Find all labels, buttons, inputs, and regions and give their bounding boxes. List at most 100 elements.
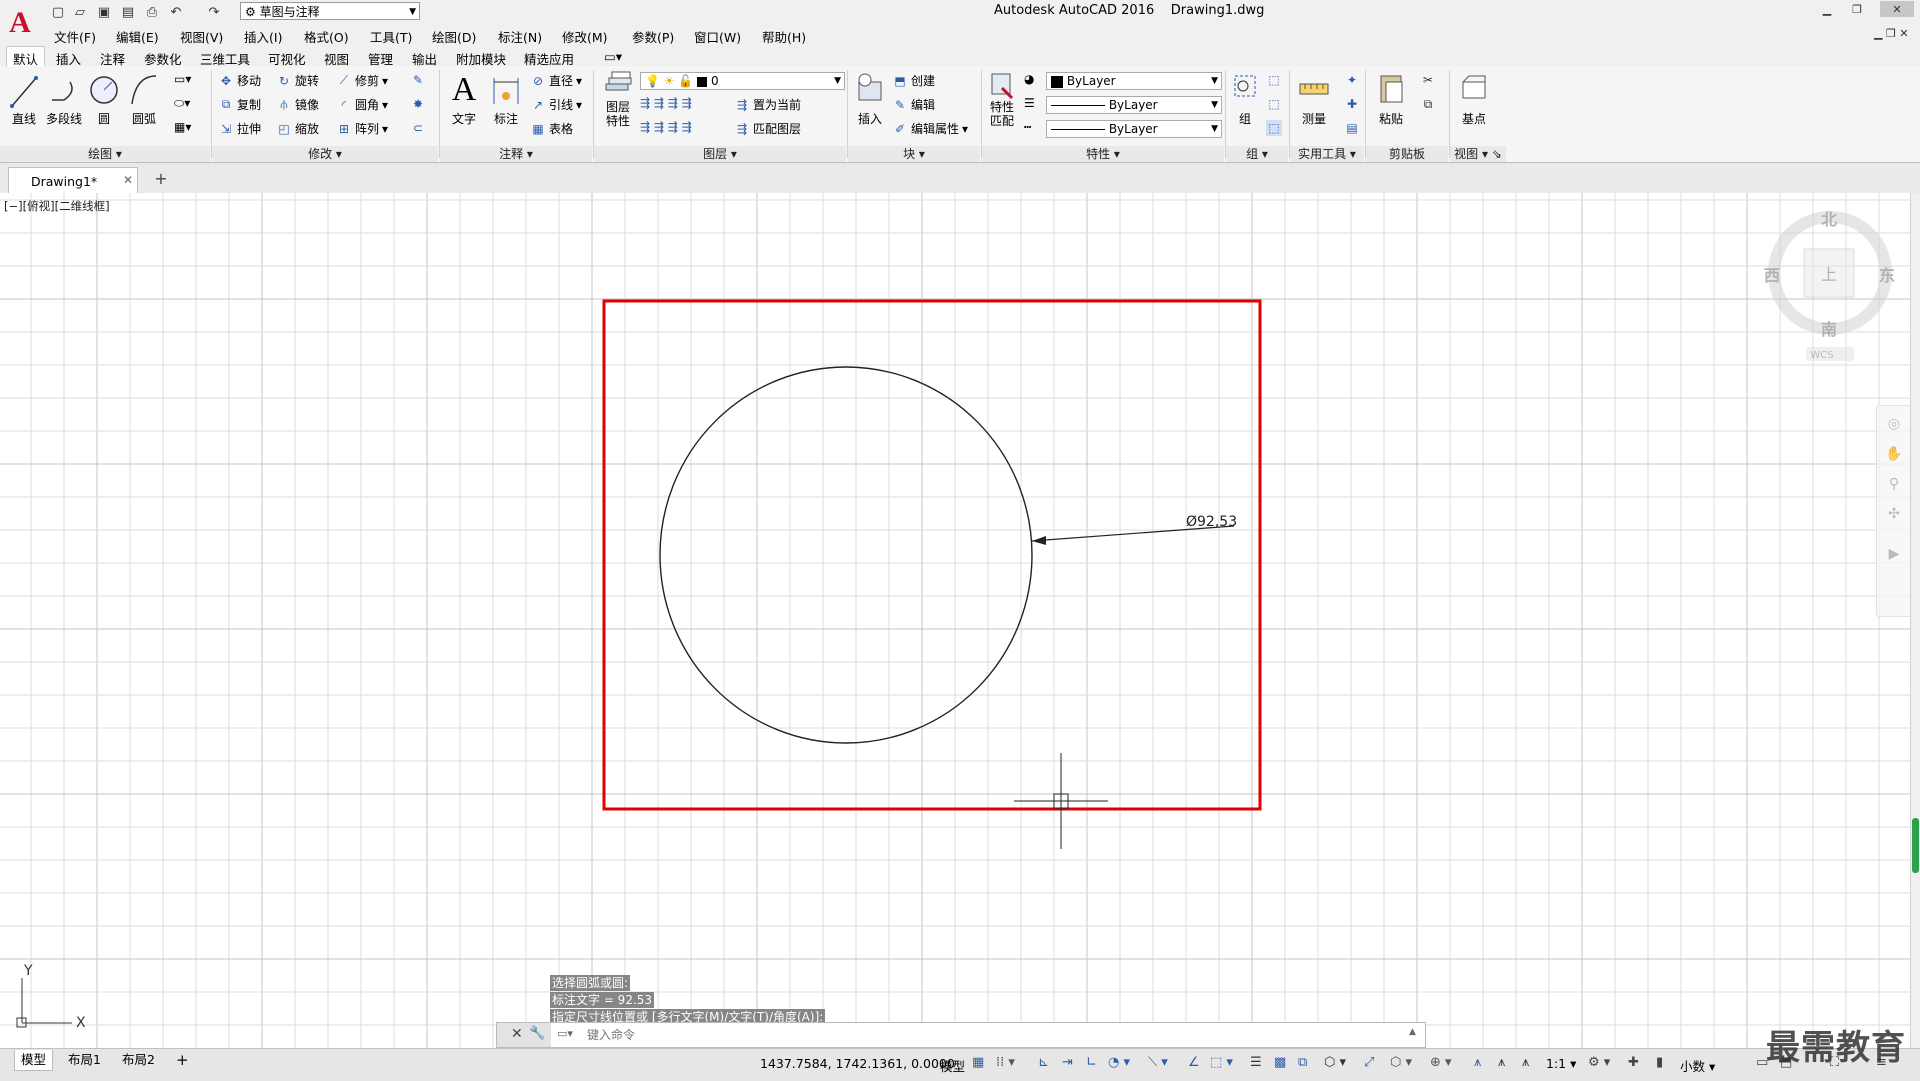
group-select-icon[interactable]: ⬚ <box>1266 120 1282 136</box>
group-button[interactable]: 组 <box>1228 70 1262 127</box>
annotation-scale-icon[interactable]: ⩚ <box>1522 1055 1529 1070</box>
linetype-icon[interactable]: ┅ <box>1024 120 1031 134</box>
menu-insert[interactable]: 插入(I) <box>244 27 282 46</box>
cut-icon[interactable]: ✂ <box>1420 72 1436 88</box>
showmotion-icon[interactable]: ▶ <box>1885 546 1903 564</box>
snap-toggle-icon[interactable]: ⁞⁞ ▾ <box>996 1055 1015 1070</box>
command-line-handle[interactable]: ✕ 🔧 <box>497 1023 551 1047</box>
fillet-button[interactable]: ◜ 圆角 ▾ <box>336 96 388 113</box>
object-snap-tracking-icon[interactable]: ∠ <box>1188 1055 1200 1070</box>
view-panel-title[interactable]: 视图 ▾ ⇘ <box>1450 146 1506 162</box>
layer-tools-row-1[interactable]: ⇶ ⇶ ⇶ ⇶ <box>640 96 692 110</box>
polar-tracking-icon[interactable]: ◔ ▾ <box>1108 1055 1130 1070</box>
viewcube-south[interactable]: 南 <box>1821 320 1837 339</box>
new-tab-button[interactable]: + <box>150 170 172 188</box>
move-button[interactable]: ✥ 移动 <box>218 72 261 89</box>
diameter-button[interactable]: ⊘ 直径 ▾ <box>530 72 582 89</box>
vertical-scrollbar[interactable] <box>1910 193 1920 1048</box>
annotation-monitor-icon[interactable]: ✚ <box>1628 1055 1639 1070</box>
chevron-up-icon[interactable]: ▲ <box>1409 1027 1416 1037</box>
close-icon[interactable]: ✕ <box>511 1026 523 1042</box>
layout-tab-model[interactable]: 模型 <box>14 1050 54 1071</box>
group-edit-icon[interactable]: ⬚ <box>1266 96 1282 112</box>
command-prompt-icon[interactable]: ▭▾ <box>557 1027 573 1040</box>
wrench-icon[interactable]: 🔧 <box>529 1026 545 1041</box>
set-current-layer-button[interactable]: ⇶ 置为当前 <box>734 96 801 113</box>
viewcube-north[interactable]: 北 <box>1821 210 1837 229</box>
color-select[interactable]: ByLayer ▼ <box>1046 72 1222 90</box>
viewport-controls-label[interactable]: [−][俯视][二维线框] <box>4 198 110 214</box>
save-icon[interactable]: ▣ <box>94 2 114 22</box>
gizmo-icon[interactable]: ⊕ ▾ <box>1430 1055 1452 1070</box>
array-button[interactable]: ⊞ 阵列 ▾ <box>336 120 388 137</box>
steering-wheel-icon[interactable]: ◎ <box>1885 416 1903 434</box>
lineweight-toggle-icon[interactable]: ☰ <box>1250 1055 1262 1070</box>
paste-button[interactable]: 粘贴 <box>1372 70 1410 127</box>
dynamic-input-icon[interactable]: ⇥ <box>1062 1055 1073 1070</box>
close-icon[interactable]: ✕ <box>123 173 133 187</box>
grid-toggle-icon[interactable]: ▦ <box>972 1055 984 1070</box>
new-file-icon[interactable]: ▢ <box>48 2 68 22</box>
groups-panel-title[interactable]: 组 ▾ <box>1226 146 1288 162</box>
block-panel-title[interactable]: 块 ▾ <box>848 146 980 162</box>
add-layout-button[interactable]: + <box>170 1050 195 1070</box>
line-button[interactable]: 直线 <box>6 70 42 127</box>
measure-button[interactable]: 测量 <box>1294 70 1334 127</box>
layer-tools-row-2[interactable]: ⇶ ⇶ ⇶ ⇶ <box>640 120 692 134</box>
application-menu-button[interactable]: A <box>0 0 40 46</box>
erase-icon[interactable]: ✎ <box>410 72 426 88</box>
save-as-icon[interactable]: ▤ <box>118 2 138 22</box>
lineweight-icon[interactable]: ☰ <box>1024 96 1035 110</box>
infer-constraints-icon[interactable]: ⊾ <box>1038 1055 1049 1070</box>
zoom-icon[interactable]: ⚲ <box>1885 476 1903 494</box>
layout-tab-layout1[interactable]: 布局1 <box>62 1050 107 1070</box>
annotation-visibility-icon[interactable]: ⩚ <box>1474 1055 1481 1070</box>
stretch-button[interactable]: ⇲ 拉伸 <box>218 120 261 137</box>
viewcube-east[interactable]: 东 <box>1879 266 1895 285</box>
match-properties-button[interactable]: 特性匹配 <box>986 70 1018 128</box>
menu-file[interactable]: 文件(F) <box>54 27 96 46</box>
orbit-icon[interactable]: ✣ <box>1885 506 1903 524</box>
linetype-select[interactable]: ByLayer ▼ <box>1046 96 1222 114</box>
command-input[interactable] <box>587 1026 1287 1044</box>
scale-button[interactable]: ◰ 缩放 <box>276 120 319 137</box>
close-button[interactable]: ✕ <box>1880 1 1914 17</box>
edit-attributes-button[interactable]: ✐ 编辑属性 ▾ <box>892 120 968 137</box>
redo-icon[interactable]: ↷ <box>204 2 224 22</box>
scrollbar-thumb[interactable] <box>1912 818 1919 873</box>
hatch-icon[interactable]: ▦▾ <box>174 120 191 134</box>
ellipse-icon[interactable]: ⬭▾ <box>174 96 190 111</box>
menu-help[interactable]: 帮助(H) <box>762 27 806 46</box>
circle-button[interactable]: 圆 <box>86 70 122 127</box>
color-wheel-icon[interactable]: ◕ <box>1024 72 1034 86</box>
annotation-panel-title[interactable]: 注释 ▾ <box>440 146 592 162</box>
layer-select[interactable]: 💡 ☀ 🔓 0 ▼ <box>640 72 845 90</box>
isolate-objects-icon[interactable]: ▮ <box>1656 1055 1663 1070</box>
doc-window-controls[interactable]: ▁ ❐ ✕ <box>1874 27 1909 40</box>
menu-parametric[interactable]: 参数(P) <box>632 27 674 46</box>
arc-button[interactable]: 圆弧 <box>126 70 162 127</box>
layers-panel-title[interactable]: 图层 ▾ <box>594 146 846 162</box>
explode-icon[interactable]: ✸ <box>410 96 426 112</box>
annotation-scale-select[interactable]: 1:1 ▾ <box>1546 1056 1576 1071</box>
table-button[interactable]: ▦ 表格 <box>530 120 573 137</box>
restore-button[interactable]: ❐ <box>1846 1 1868 17</box>
object-snap-icon[interactable]: ⬚ ▾ <box>1210 1055 1233 1070</box>
selection-filter-icon[interactable]: ⬡ ▾ <box>1390 1055 1412 1070</box>
transparency-icon[interactable]: ▩ <box>1274 1055 1286 1070</box>
drawing-canvas[interactable]: Ø92,53 Y X 上 北 南 西 东 WCS [−][俯视][二维线框] ◎… <box>0 193 1910 1048</box>
file-tab-drawing1[interactable]: Drawing1* ✕ <box>8 167 138 193</box>
3d-object-snap-icon[interactable]: ⬡ ▾ <box>1324 1055 1346 1070</box>
draw-panel-title[interactable]: 绘图 ▾ <box>0 146 210 162</box>
point-icon[interactable]: ✚ <box>1344 96 1360 112</box>
undo-icon[interactable]: ↶ <box>166 2 186 22</box>
match-layer-button[interactable]: ⇶ 匹配图层 <box>734 120 801 137</box>
menu-dimension[interactable]: 标注(N) <box>498 27 542 46</box>
print-icon[interactable]: ⎙ <box>142 2 162 22</box>
model-space-toggle[interactable]: 模型 <box>940 1056 965 1075</box>
create-block-button[interactable]: ⬒ 创建 <box>892 72 935 89</box>
cursor-coordinates[interactable]: 1437.7584, 1742.1361, 0.0000 <box>760 1056 955 1071</box>
clipboard-panel-title[interactable]: 剪贴板 <box>1366 146 1448 162</box>
isometric-icon[interactable]: ⟍ ▾ <box>1148 1055 1168 1070</box>
copy-button[interactable]: ⧉ 复制 <box>218 96 261 113</box>
